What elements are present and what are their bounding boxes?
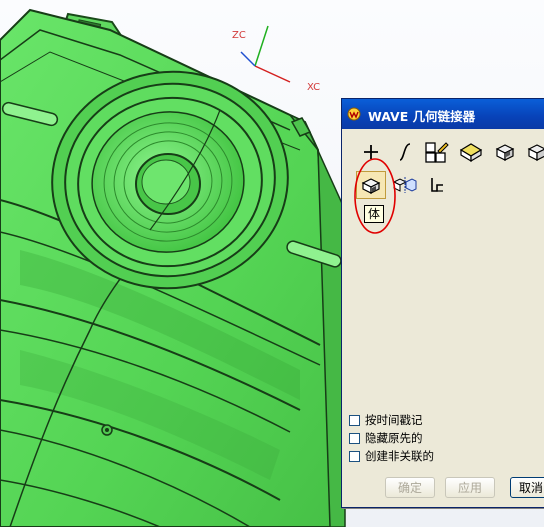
timestamp-checkbox[interactable] bbox=[349, 414, 360, 426]
body-icon[interactable] bbox=[356, 171, 386, 199]
hide-original-option[interactable]: 隐藏原先的 bbox=[349, 430, 423, 446]
non-associative-option[interactable]: 创建非关联的 bbox=[349, 448, 434, 464]
ok-button[interactable]: 确定 bbox=[385, 477, 435, 498]
wave-app-icon bbox=[347, 107, 361, 121]
curve-icon[interactable] bbox=[390, 138, 420, 166]
axis-x-label: XC bbox=[307, 82, 321, 93]
routing-object-icon[interactable] bbox=[422, 171, 452, 199]
dialog-titlebar[interactable]: WAVE 几何链接器 bbox=[342, 99, 544, 129]
hide-original-label: 隐藏原先的 bbox=[365, 431, 423, 445]
wave-geometry-linker-dialog: WAVE 几何链接器 体 按时间戳记 隐藏原先的 创建非关联的 确定 应用 取消 bbox=[341, 98, 544, 508]
mirror-body-icon[interactable] bbox=[390, 171, 420, 199]
body-tooltip: 体 bbox=[364, 205, 385, 223]
non-associative-checkbox[interactable] bbox=[349, 450, 360, 462]
face-icon[interactable] bbox=[456, 138, 486, 166]
region-of-faces-icon[interactable] bbox=[490, 138, 520, 166]
point-icon[interactable] bbox=[356, 138, 386, 166]
non-associative-label: 创建非关联的 bbox=[365, 449, 434, 463]
timestamp-label: 按时间戳记 bbox=[365, 413, 423, 427]
axis-z-label: ZC bbox=[232, 30, 246, 41]
body-icon-row1[interactable] bbox=[522, 138, 544, 166]
sketch-icon[interactable] bbox=[422, 138, 452, 166]
cancel-button[interactable]: 取消 bbox=[510, 477, 544, 498]
timestamp-option[interactable]: 按时间戳记 bbox=[349, 412, 423, 428]
hide-original-checkbox[interactable] bbox=[349, 432, 360, 444]
apply-button[interactable]: 应用 bbox=[445, 477, 495, 498]
dialog-title: WAVE 几何链接器 bbox=[368, 109, 476, 124]
